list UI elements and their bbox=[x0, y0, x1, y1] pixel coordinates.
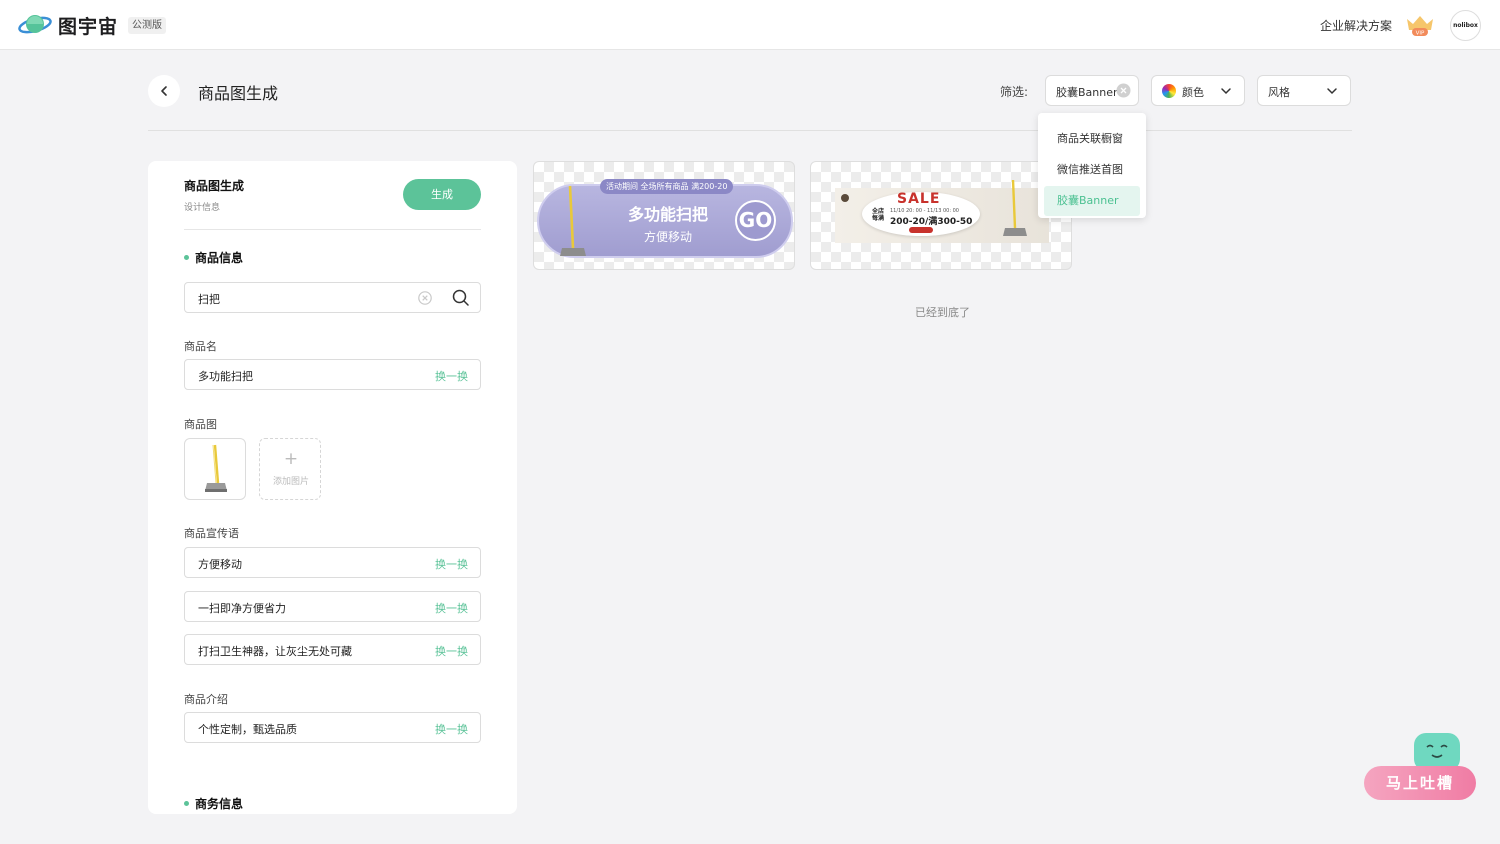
product-image-label: 商品图 bbox=[184, 418, 217, 431]
product-image-thumbnail[interactable] bbox=[184, 438, 246, 500]
panel-title: 商品图生成 bbox=[184, 179, 245, 193]
clear-search-icon[interactable] bbox=[418, 291, 432, 305]
chevron-down-icon bbox=[1221, 88, 1231, 95]
planet-logo-icon[interactable] bbox=[18, 11, 52, 39]
sale-amount: 200-20/满300-50 bbox=[890, 217, 973, 227]
top-bar: 图宇宙 公测版 企业解决方案 VIP nolibox bbox=[0, 0, 1500, 50]
panel-subtitle: 设计信息 bbox=[184, 203, 221, 213]
section-product-label: 商品信息 bbox=[195, 251, 244, 265]
search-value: 扫把 bbox=[198, 293, 220, 306]
slogan-field-3[interactable]: 打扫卫生神器，让灰尘无处可藏 换一换 bbox=[184, 634, 481, 665]
result-card-capsule-banner[interactable]: 活动期间 全场所有商品 满200-20 多功能扫把 方便移动 GO bbox=[533, 161, 795, 270]
product-search-input[interactable]: 扫把 bbox=[184, 282, 481, 313]
plus-icon: + bbox=[283, 449, 299, 469]
design-info-panel: 商品图生成 设计信息 生成 商品信息 扫把 商品名 多功能扫把 换一换 商品图 … bbox=[148, 161, 517, 814]
slogan-value: 打扫卫生神器，让灰尘无处可藏 bbox=[198, 645, 352, 658]
product-intro-label: 商品介绍 bbox=[184, 693, 228, 706]
color-dropdown-label: 颜色 bbox=[1182, 86, 1204, 99]
chevron-down-icon bbox=[1327, 88, 1337, 95]
slogan-label: 商品宣传语 bbox=[184, 527, 239, 540]
menu-item-product-showcase[interactable]: 商品关联橱窗 bbox=[1044, 124, 1140, 154]
brand-logo-icon bbox=[841, 194, 849, 202]
logo-text[interactable]: 图宇宙 bbox=[58, 12, 118, 39]
capsule-promo-tag: 活动期间 全场所有商品 满200-20 bbox=[600, 179, 734, 194]
beta-badge: 公测版 bbox=[128, 17, 166, 34]
header-divider bbox=[148, 130, 1352, 131]
slogan-value: 方便移动 bbox=[198, 558, 242, 571]
section-dot bbox=[184, 255, 189, 260]
sale-heading: SALE bbox=[897, 191, 941, 207]
template-type-dropdown-menu: 商品关联橱窗 微信推送首图 胶囊Banner bbox=[1038, 113, 1146, 218]
color-dropdown[interactable]: 颜色 bbox=[1151, 75, 1245, 106]
user-avatar[interactable]: nolibox bbox=[1450, 10, 1481, 41]
filter-chip-label: 胶囊Banner bbox=[1056, 86, 1118, 99]
add-image-button[interactable]: + 添加图片 bbox=[259, 438, 321, 500]
page-title: 商品图生成 bbox=[198, 84, 279, 103]
filter-chip-capsule-banner[interactable]: 胶囊Banner bbox=[1045, 75, 1139, 106]
product-name-field[interactable]: 多功能扫把 换一换 bbox=[184, 359, 481, 390]
menu-item-wechat-cover[interactable]: 微信推送首图 bbox=[1044, 155, 1140, 185]
feedback-button[interactable]: 马上吐槽 bbox=[1364, 766, 1476, 800]
sale-left-text: 全店 每满 bbox=[872, 208, 885, 222]
color-wheel-icon bbox=[1162, 84, 1176, 98]
go-button-graphic: GO bbox=[735, 200, 776, 241]
search-icon[interactable] bbox=[452, 289, 469, 306]
end-of-list-note: 已经到底了 bbox=[915, 306, 970, 319]
section-business-label: 商务信息 bbox=[195, 797, 244, 811]
broom-product-icon bbox=[1003, 179, 1027, 236]
enterprise-solutions-link[interactable]: 企业解决方案 bbox=[1320, 17, 1392, 34]
slogan-field-1[interactable]: 方便移动 换一换 bbox=[184, 547, 481, 578]
slogan-value: 一扫即净方便省力 bbox=[198, 602, 286, 615]
swap-button[interactable]: 换一换 bbox=[435, 368, 468, 384]
section-business-info: 商务信息 bbox=[184, 795, 243, 812]
swap-button[interactable]: 换一换 bbox=[435, 600, 468, 616]
menu-item-capsule-banner[interactable]: 胶囊Banner bbox=[1044, 186, 1140, 216]
style-dropdown[interactable]: 风格 bbox=[1257, 75, 1351, 106]
sale-cta-graphic bbox=[909, 227, 933, 233]
clear-filter-icon[interactable] bbox=[1116, 83, 1131, 98]
slogan-field-2[interactable]: 一扫即净方便省力 换一换 bbox=[184, 591, 481, 622]
section-product-info: 商品信息 bbox=[184, 249, 243, 266]
product-intro-field[interactable]: 个性定制，甄选品质 换一换 bbox=[184, 712, 481, 743]
product-intro-value: 个性定制，甄选品质 bbox=[198, 723, 297, 736]
swap-button[interactable]: 换一换 bbox=[435, 721, 468, 737]
back-button[interactable] bbox=[148, 75, 180, 107]
product-name-label: 商品名 bbox=[184, 340, 217, 353]
result-card-sale-banner[interactable]: SALE 全店 每满 11/10 20: 00 - 11/13 00: 00 2… bbox=[810, 161, 1072, 270]
mascot-icon[interactable] bbox=[1412, 731, 1462, 771]
generate-button[interactable]: 生成 bbox=[403, 179, 481, 210]
style-dropdown-label: 风格 bbox=[1268, 86, 1290, 99]
product-name-value: 多功能扫把 bbox=[198, 370, 253, 383]
filter-label: 筛选: bbox=[1000, 85, 1029, 99]
section-dot bbox=[184, 801, 189, 806]
broom-product-icon bbox=[205, 444, 227, 492]
swap-button[interactable]: 换一换 bbox=[435, 643, 468, 659]
panel-divider bbox=[184, 229, 481, 230]
vip-label: VIP bbox=[1416, 31, 1425, 37]
add-image-label: 添加图片 bbox=[272, 477, 309, 487]
vip-crown-icon[interactable]: VIP bbox=[1404, 13, 1436, 37]
chevron-left-icon bbox=[161, 86, 167, 96]
swap-button[interactable]: 换一换 bbox=[435, 556, 468, 572]
